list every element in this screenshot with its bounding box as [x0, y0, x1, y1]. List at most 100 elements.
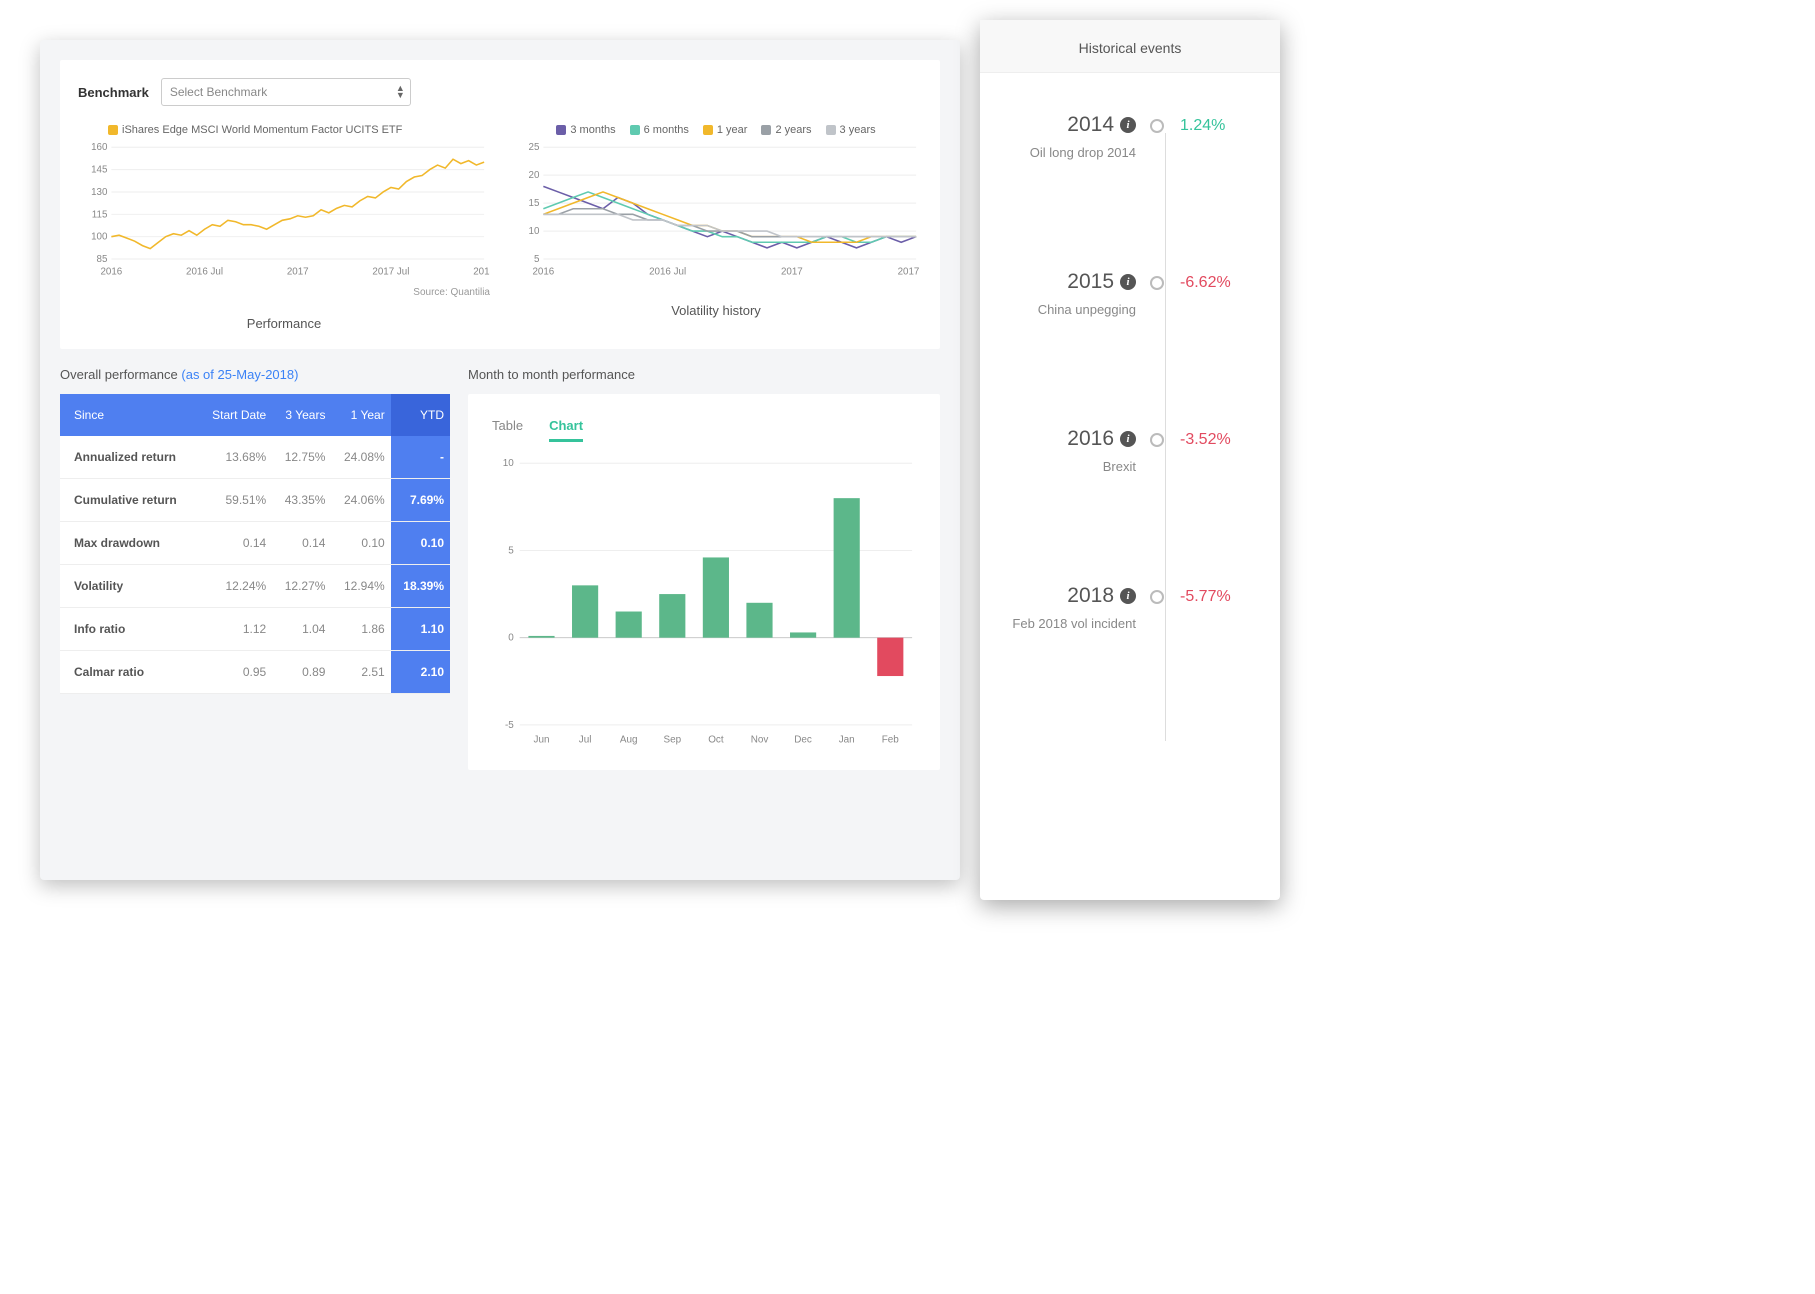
metric-value: 12.24% [198, 565, 272, 608]
tab-table[interactable]: Table [492, 412, 523, 442]
event-item[interactable]: 2016 i Brexit -3.52% [1000, 427, 1260, 474]
timeline-dot [1150, 119, 1164, 133]
table-row: Info ratio1.121.041.861.10 [60, 608, 450, 651]
metric-label: Info ratio [60, 608, 198, 651]
metric-value: 43.35% [272, 479, 331, 522]
svg-text:Jun: Jun [534, 735, 550, 746]
svg-text:0: 0 [508, 633, 514, 644]
performance-chart-col: iShares Edge MSCI World Momentum Factor … [78, 124, 490, 331]
metric-value: 13.68% [198, 436, 272, 479]
svg-text:Oct: Oct [708, 735, 724, 746]
svg-text:10: 10 [503, 458, 515, 469]
vol-legend-item: 3 months [556, 124, 615, 136]
metric-label: Annualized return [60, 436, 198, 479]
metric-label: Max drawdown [60, 522, 198, 565]
benchmark-select-wrap[interactable]: Select Benchmark ▲▼ [161, 78, 411, 106]
metric-value: 0.10 [391, 522, 450, 565]
historical-events-title: Historical events [980, 20, 1280, 73]
volatility-chart-col: 3 months6 months1 year2 years3 years 510… [510, 124, 922, 331]
svg-text:Nov: Nov [751, 735, 769, 746]
metric-label: Cumulative return [60, 479, 198, 522]
metric-value: 2.51 [331, 651, 390, 694]
tab-chart[interactable]: Chart [549, 412, 583, 442]
svg-text:Sep: Sep [663, 735, 681, 746]
svg-text:2016 Jul: 2016 Jul [186, 267, 223, 278]
event-value: -3.52% [1180, 431, 1231, 449]
svg-text:2017 Jul: 2017 Jul [898, 267, 922, 278]
event-item[interactable]: 2018 iFeb 2018 vol incident-5.77% [1000, 584, 1260, 631]
top-charts-card: Benchmark Select Benchmark ▲▼ iShares Ed… [60, 60, 940, 349]
overall-performance-table: SinceStart Date3 Years1 YearYTD Annualiz… [60, 394, 450, 694]
volatility-chart-title: Volatility history [510, 303, 922, 318]
svg-text:15: 15 [529, 198, 540, 209]
metric-label: Volatility [60, 565, 198, 608]
svg-text:20: 20 [529, 170, 540, 181]
metric-value: 7.69% [391, 479, 450, 522]
event-desc: Feb 2018 vol incident [1000, 616, 1136, 631]
monthly-title: Month to month performance [468, 367, 940, 382]
svg-text:Dec: Dec [794, 735, 812, 746]
table-row: Calmar ratio0.950.892.512.10 [60, 651, 450, 694]
svg-text:-5: -5 [505, 720, 514, 731]
metric-value: 2.10 [391, 651, 450, 694]
svg-text:Jul: Jul [579, 735, 592, 746]
dashboard-panel: Benchmark Select Benchmark ▲▼ iShares Ed… [40, 40, 960, 880]
monthly-tabs: Table Chart [486, 412, 922, 442]
svg-text:2017 Jul: 2017 Jul [372, 267, 409, 278]
svg-text:5: 5 [508, 545, 514, 556]
event-item[interactable]: 2015 iChina unpegging-6.62% [1000, 270, 1260, 317]
timeline-dot [1150, 276, 1164, 290]
benchmark-select[interactable]: Select Benchmark [161, 78, 411, 106]
event-year: 2016 i [1067, 427, 1136, 451]
perf-header: YTD [391, 394, 450, 436]
metric-value: 12.75% [272, 436, 331, 479]
svg-text:100: 100 [91, 232, 108, 243]
perf-header: Since [60, 394, 198, 436]
monthly-bar-chart: -50510JunJulAugSepOctNovDecJanFeb [486, 452, 922, 752]
overall-perf-title: Overall performance (as of 25-May-2018) [60, 367, 450, 382]
svg-text:2017: 2017 [287, 267, 309, 278]
svg-text:2018: 2018 [473, 267, 490, 278]
metric-value: 24.06% [331, 479, 390, 522]
svg-text:Aug: Aug [620, 735, 638, 746]
info-icon[interactable]: i [1120, 588, 1136, 604]
metric-label: Calmar ratio [60, 651, 198, 694]
metric-value: 1.10 [391, 608, 450, 651]
historical-events-panel: Historical events 2014 iOil long drop 20… [980, 20, 1280, 900]
volatility-legend: 3 months6 months1 year2 years3 years [510, 124, 922, 136]
metric-value: 0.14 [198, 522, 272, 565]
perf-header: Start Date [198, 394, 272, 436]
event-value: -5.77% [1180, 588, 1231, 606]
metric-value: 0.95 [198, 651, 272, 694]
svg-text:2017: 2017 [781, 267, 803, 278]
vol-legend-item: 1 year [703, 124, 748, 136]
volatility-line-chart: 51015202520162016 Jul20172017 Jul [510, 140, 922, 280]
event-item[interactable]: 2014 iOil long drop 20141.24% [1000, 113, 1260, 160]
info-icon[interactable]: i [1120, 431, 1136, 447]
metric-value: 0.10 [331, 522, 390, 565]
svg-text:145: 145 [91, 165, 108, 176]
event-desc: Oil long drop 2014 [1000, 145, 1136, 160]
table-row: Annualized return13.68%12.75%24.08%- [60, 436, 450, 479]
svg-text:Jan: Jan [839, 735, 855, 746]
event-desc: Brexit [1000, 459, 1136, 474]
info-icon[interactable]: i [1120, 274, 1136, 290]
svg-text:10: 10 [529, 226, 540, 237]
timeline-dot [1150, 433, 1164, 447]
metric-value: - [391, 436, 450, 479]
svg-text:2016: 2016 [100, 267, 122, 278]
perf-legend-item: iShares Edge MSCI World Momentum Factor … [108, 124, 402, 136]
svg-text:2016 Jul: 2016 Jul [649, 267, 686, 278]
metric-value: 12.27% [272, 565, 331, 608]
vol-legend-item: 3 years [826, 124, 876, 136]
table-row: Volatility12.24%12.27%12.94%18.39% [60, 565, 450, 608]
event-year: 2015 i [1067, 270, 1136, 294]
table-row: Max drawdown0.140.140.100.10 [60, 522, 450, 565]
svg-text:160: 160 [91, 142, 108, 153]
svg-text:115: 115 [92, 209, 108, 220]
event-desc: China unpegging [1000, 302, 1136, 317]
metric-value: 0.89 [272, 651, 331, 694]
info-icon[interactable]: i [1120, 117, 1136, 133]
metric-value: 1.04 [272, 608, 331, 651]
svg-text:85: 85 [97, 254, 108, 265]
